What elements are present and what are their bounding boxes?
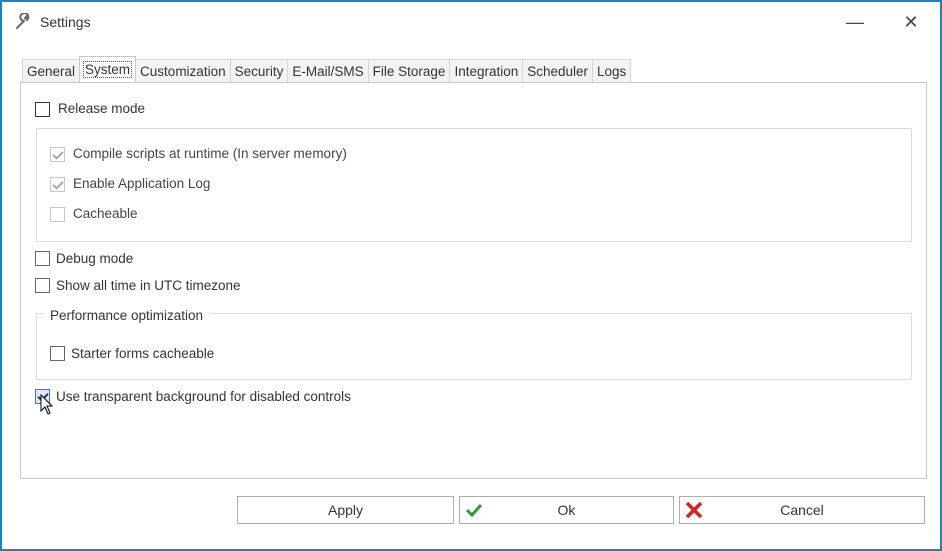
wrench-icon [16, 13, 30, 29]
cacheable-checkbox [50, 207, 65, 222]
minimize-button[interactable]: — [840, 10, 870, 34]
tab-label: Customization [140, 64, 226, 79]
tab-file-storage[interactable]: File Storage [367, 59, 451, 83]
system-tab-panel: Release mode Compile scripts at runtime … [20, 82, 927, 479]
cancel-label: Cancel [780, 502, 824, 518]
enable-log-label: Enable Application Log [73, 176, 211, 191]
tab-label: Integration [454, 64, 519, 79]
compile-scripts-label: Compile scripts at runtime (In server me… [73, 146, 347, 161]
settings-window: Settings — ✕ General System Customizatio… [0, 0, 942, 551]
performance-group-label: Performance optimization [44, 308, 210, 323]
checkmark-icon [465, 503, 483, 518]
utc-label: Show all time in UTC timezone [56, 278, 241, 293]
debug-mode-checkbox[interactable] [35, 251, 50, 266]
debug-mode-label: Debug mode [56, 251, 134, 266]
tab-email-sms[interactable]: E-Mail/SMS [287, 59, 369, 83]
apply-label: Apply [327, 502, 364, 518]
close-button[interactable]: ✕ [896, 10, 926, 34]
ok-label: Ok [557, 502, 576, 518]
window-title: Settings [40, 14, 91, 30]
starter-forms-label: Starter forms cacheable [71, 346, 215, 361]
tab-integration[interactable]: Integration [449, 59, 524, 83]
tab-security[interactable]: Security [229, 59, 289, 83]
tab-label: E-Mail/SMS [292, 64, 364, 79]
apply-button[interactable]: Apply [237, 496, 454, 524]
tab-general[interactable]: General [22, 59, 81, 83]
enable-log-checkbox [50, 177, 65, 192]
starter-forms-checkbox[interactable] [50, 346, 65, 361]
utc-checkbox[interactable] [35, 278, 50, 293]
tab-label: Scheduler [527, 64, 589, 79]
mouse-cursor-icon [40, 394, 54, 415]
tab-logs[interactable]: Logs [592, 59, 632, 83]
tab-label: Logs [597, 64, 627, 79]
tab-label: System [83, 61, 133, 78]
tab-customization[interactable]: Customization [135, 59, 231, 83]
cross-icon [685, 502, 703, 518]
release-mode-checkbox[interactable] [35, 102, 50, 117]
ok-button[interactable]: Ok [459, 496, 674, 524]
compile-scripts-checkbox [50, 147, 65, 162]
transparent-bg-label: Use transparent background for disabled … [56, 389, 351, 404]
tab-scheduler[interactable]: Scheduler [522, 59, 594, 83]
tab-label: Security [234, 64, 284, 79]
tab-label: File Storage [372, 64, 446, 79]
tab-system[interactable]: System [79, 56, 137, 82]
release-mode-label: Release mode [58, 101, 146, 116]
tab-bar: General System Customization Security E-… [22, 56, 632, 83]
cacheable-label: Cacheable [73, 206, 138, 221]
cancel-button[interactable]: Cancel [679, 496, 925, 524]
tab-label: General [27, 64, 76, 79]
